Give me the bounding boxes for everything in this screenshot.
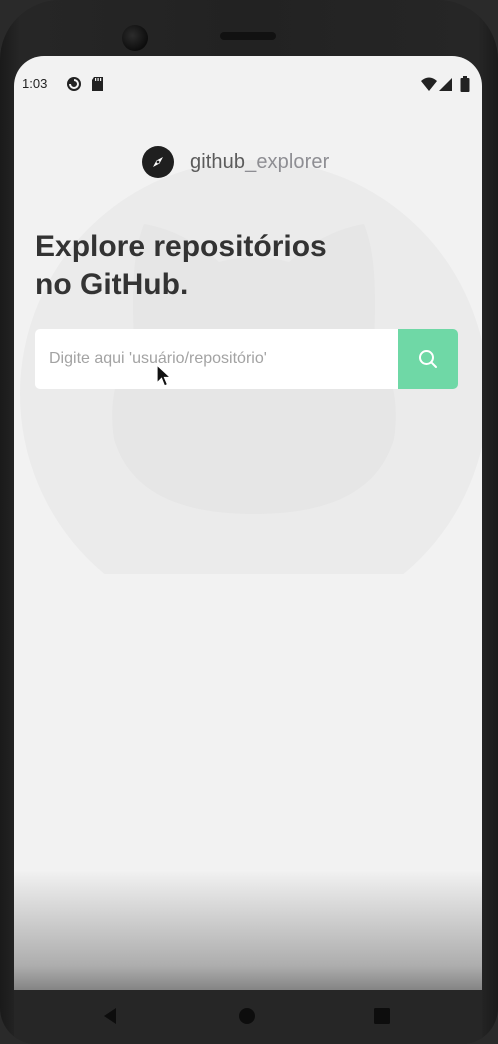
app-screen: 1:03 github_explorer Explore repositório… bbox=[14, 56, 482, 990]
battery-icon bbox=[460, 76, 470, 92]
sd-card-icon bbox=[92, 77, 103, 91]
back-icon[interactable] bbox=[100, 1006, 120, 1026]
title-line-1: Explore repositórios bbox=[35, 230, 327, 263]
page-title: Explore repositórios no GitHub. bbox=[35, 228, 355, 304]
mouse-cursor-icon bbox=[156, 364, 172, 387]
title-line-2: no GitHub. bbox=[35, 268, 189, 301]
phone-frame: 1:03 github_explorer Explore repositório… bbox=[0, 0, 498, 1044]
search-button[interactable] bbox=[398, 329, 458, 389]
search-icon bbox=[419, 350, 437, 368]
bottom-shadow bbox=[14, 870, 482, 990]
front-camera bbox=[122, 25, 148, 51]
app-name: github_explorer bbox=[190, 151, 329, 174]
home-icon[interactable] bbox=[237, 1006, 257, 1026]
earpiece-speaker bbox=[220, 32, 276, 40]
app-name-main: github bbox=[190, 150, 246, 173]
search-form bbox=[35, 329, 458, 389]
navigation-bar bbox=[14, 990, 482, 1044]
compass-icon bbox=[142, 146, 174, 178]
status-bar: 1:03 bbox=[14, 56, 482, 114]
pocketcasts-icon bbox=[67, 77, 81, 91]
repository-search-input[interactable] bbox=[35, 329, 398, 389]
cellular-signal-icon bbox=[439, 78, 452, 91]
status-time: 1:03 bbox=[22, 76, 48, 91]
app-brand: github_explorer bbox=[142, 145, 329, 179]
recents-icon[interactable] bbox=[372, 1006, 392, 1026]
wifi-icon bbox=[421, 77, 437, 91]
app-name-suffix: _explorer bbox=[245, 150, 330, 173]
